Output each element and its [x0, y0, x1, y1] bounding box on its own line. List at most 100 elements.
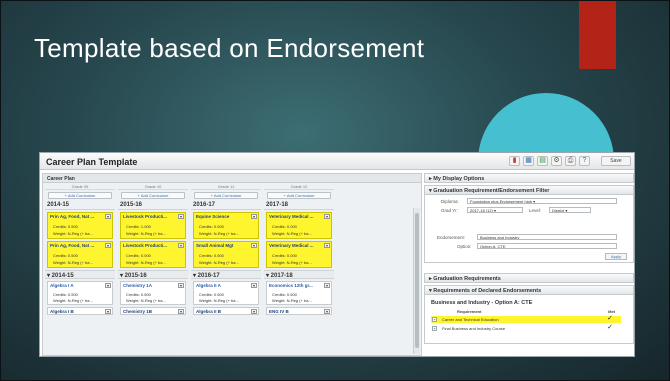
course-name: Equine Science	[196, 214, 230, 219]
level-label: Level:	[529, 208, 542, 213]
course-weight: Weight: N-Reg (+ ba...	[126, 231, 166, 236]
apply-button[interactable]: Apply	[605, 253, 627, 260]
course-weight: Weight: N-Reg (+ ba...	[53, 231, 93, 236]
course-card[interactable]: Chemistry 1A ▾ Credits: 0.500 Weight: N-…	[120, 281, 186, 305]
plan-column-grade-09: Grade 09 + Add Curriculum 2014-15 Prin A…	[45, 184, 115, 315]
course-weight: Weight: N-Reg (+ ba...	[126, 260, 166, 265]
endorsement-select[interactable]: Business and Industry	[477, 234, 617, 240]
chevron-down-icon[interactable]: ▾	[251, 283, 257, 288]
print-icon[interactable]: ⎙	[565, 156, 576, 166]
save-button[interactable]: Save	[601, 156, 631, 166]
course-card[interactable]: Livestock Producti... ▾ Credits: 1.000 W…	[120, 212, 186, 239]
requirement-row[interactable]: + Career and Technical Education ✓	[431, 315, 621, 323]
course-card[interactable]: Algebra II B ▾	[193, 307, 259, 315]
career-plan-panel: Career Plan Grade 09 + Add Curriculum 20…	[42, 173, 422, 356]
year-section-header[interactable]: ▾ 2015-16	[118, 270, 188, 279]
course-credits: Credits: 0.500	[53, 292, 78, 297]
add-curriculum-button[interactable]: + Add Curriculum	[121, 192, 185, 199]
chevron-down-icon[interactable]: ▾	[105, 243, 111, 248]
course-card[interactable]: Prin Ag, Food, Nat ... ▾ Credits: 0.500 …	[47, 212, 113, 239]
plan-column-grade-12: Grade 12 + Add Curriculum 2017-18 Veteri…	[264, 184, 334, 315]
chevron-down-icon[interactable]: ▾	[324, 243, 330, 248]
graduation-requirements-header[interactable]: ▸ Graduation Requirements	[424, 273, 634, 283]
course-card[interactable]: Prin Ag, Food, Nat ... ▾ Credits: 0.500 …	[47, 241, 113, 268]
app-header: Career Plan Template ▮ ▦ ▤ ⚙ ⎙ ? Save	[40, 153, 634, 170]
course-name: Algebra II B	[196, 309, 222, 314]
expand-icon[interactable]: +	[432, 326, 437, 331]
course-weight: Weight: N-Reg (+ ba...	[53, 260, 93, 265]
career-plan-header: Career Plan	[43, 174, 421, 183]
course-credits: Credits: 0.000	[272, 253, 297, 258]
grid-icon[interactable]: ▦	[523, 156, 534, 166]
add-curriculum-button[interactable]: + Add Curriculum	[48, 192, 112, 199]
course-credits: Credits: 0.500	[199, 253, 224, 258]
year-section-header[interactable]: ▾ 2017-18	[264, 270, 334, 279]
chevron-down-icon[interactable]: ▾	[251, 309, 257, 314]
add-curriculum-button[interactable]: + Add Curriculum	[194, 192, 258, 199]
my-display-options-header[interactable]: ▸ My Display Options	[424, 173, 634, 183]
chart-icon[interactable]: ▮	[509, 156, 520, 166]
course-credits: Credits: 0.000	[272, 224, 297, 229]
grade-label: Grade 11	[191, 184, 261, 190]
course-card[interactable]: Veterinary Medical ... ▾ Credits: 0.000 …	[266, 212, 332, 239]
slide: Template based on Endorsement Career Pla…	[0, 0, 670, 381]
course-card[interactable]: Algebra I B ▾	[47, 307, 113, 315]
course-name: Economics 12th gr...	[269, 283, 313, 288]
course-card[interactable]: Livestock Producti... ▾ Credits: 0.000 W…	[120, 241, 186, 268]
declared-endorsements-body: Business and Industry - Option A: CTE Re…	[424, 295, 634, 344]
course-credits: Credits: 0.000	[126, 253, 151, 258]
course-card[interactable]: Economics 12th gr... ▾ Credits: 0.500 We…	[266, 281, 332, 305]
chevron-down-icon[interactable]: ▾	[324, 309, 330, 314]
grade-label: Grade 09	[45, 184, 115, 190]
year-section-header[interactable]: ▾ 2014-15	[45, 270, 115, 279]
course-name: Algebra I A	[50, 283, 74, 288]
course-weight: Weight: N-Reg (+ ba...	[53, 298, 93, 303]
chevron-down-icon[interactable]: ▾	[178, 309, 184, 314]
course-card[interactable]: Chemistry 1B ▾	[120, 307, 186, 315]
diploma-select[interactable]: Foundation plus Endorsement high ▾	[467, 198, 617, 204]
grad-yr-label: Grad Yr:	[441, 208, 458, 213]
course-name: Chemistry 1B	[123, 309, 153, 314]
chevron-down-icon[interactable]: ▾	[105, 214, 111, 219]
course-card[interactable]: Equine Science ▾ Credits: 0.500 Weight: …	[193, 212, 259, 239]
chevron-down-icon[interactable]: ▾	[178, 214, 184, 219]
add-curriculum-button[interactable]: + Add Curriculum	[267, 192, 331, 199]
expand-icon[interactable]: +	[432, 317, 437, 322]
year-label: 2014-15	[45, 201, 115, 210]
settings-icon[interactable]: ⚙	[551, 156, 562, 166]
report-icon[interactable]: ▤	[537, 156, 548, 166]
vertical-scrollbar[interactable]	[413, 208, 420, 354]
chevron-down-icon[interactable]: ▾	[178, 243, 184, 248]
option-label: Option:	[457, 244, 472, 249]
course-card[interactable]: Small Animal Mgt ▾ Credits: 0.500 Weight…	[193, 241, 259, 268]
chevron-down-icon[interactable]: ▾	[105, 283, 111, 288]
scrollbar-thumb[interactable]	[415, 213, 419, 348]
declared-endorsements-header[interactable]: ▾ Requirements of Declared Endorsements	[424, 285, 634, 295]
slide-title: Template based on Endorsement	[34, 33, 425, 63]
requirements-table-header: Requirement Met	[431, 309, 621, 315]
chevron-down-icon[interactable]: ▾	[178, 283, 184, 288]
grade-label: Grade 10	[118, 184, 188, 190]
level-select[interactable]: District ▾	[549, 207, 591, 213]
course-card[interactable]: Algebra II A ▾ Credits: 0.500 Weight: N-…	[193, 281, 259, 305]
chevron-down-icon[interactable]: ▾	[105, 309, 111, 314]
endorsement-title: Business and Industry - Option A: CTE	[431, 300, 533, 306]
chevron-down-icon[interactable]: ▾	[324, 283, 330, 288]
chevron-down-icon[interactable]: ▾	[251, 214, 257, 219]
option-select[interactable]: Option A: CTE	[477, 243, 617, 249]
course-card[interactable]: Algebra I A ▾ Credits: 0.500 Weight: N-R…	[47, 281, 113, 305]
course-weight: Weight: N-Reg (+ ba...	[126, 298, 166, 303]
right-panel: ▸ My Display Options ▾ Graduation Requir…	[424, 173, 634, 356]
course-card[interactable]: ENG IV B ▾	[266, 307, 332, 315]
help-icon[interactable]: ?	[579, 156, 590, 166]
chevron-down-icon[interactable]: ▾	[251, 243, 257, 248]
grade-label: Grade 12	[264, 184, 334, 190]
endorsement-filter-header[interactable]: ▾ Graduation Requirement/Endorsement Fil…	[424, 185, 634, 195]
year-section-header[interactable]: ▾ 2016-17	[191, 270, 261, 279]
grad-yr-select[interactable]: 2017-18 (12) ▾	[467, 207, 523, 213]
course-name: Prin Ag, Food, Nat ...	[50, 214, 95, 219]
course-card[interactable]: Veterinary Medical ... ▾ Credits: 0.000 …	[266, 241, 332, 268]
chevron-down-icon[interactable]: ▾	[324, 214, 330, 219]
year-label: 2017-18	[264, 201, 334, 210]
requirement-row[interactable]: + Final Business and Industry Course ✓	[431, 324, 621, 332]
